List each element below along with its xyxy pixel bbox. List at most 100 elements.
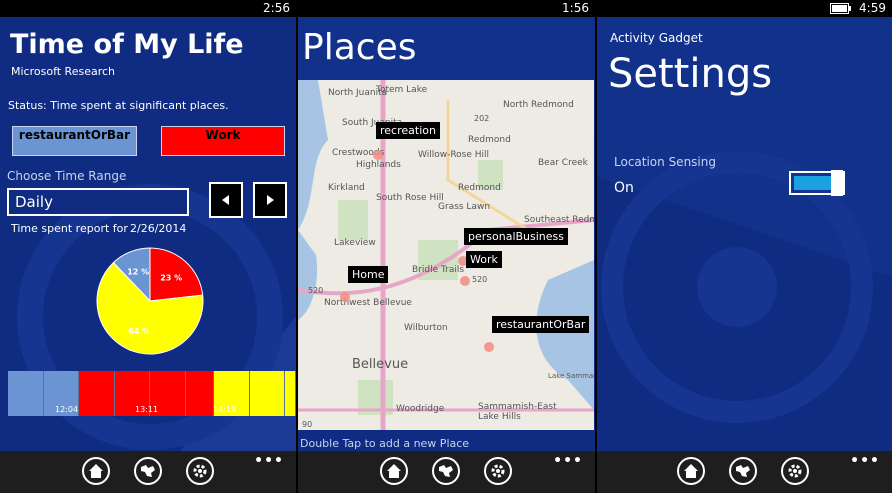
map-label: North Redmond [503,100,574,110]
timeline-segment [249,371,286,416]
place-label-home[interactable]: Home [348,266,389,283]
app-title: Time of My Life [10,29,244,60]
home-icon [89,464,103,478]
time-range-select[interactable]: Daily [7,188,189,216]
map-button[interactable] [729,457,757,485]
home-icon [387,464,401,478]
map-label: Lake Sammamish [548,372,594,380]
legend-label: restaurantOrBar [18,128,131,142]
map-label: Kirkland [328,183,365,193]
screen-content: Time of My Life Microsoft Research Statu… [0,17,296,451]
status-text: Status: Time spent at significant places… [8,99,229,112]
app-bar: ••• [298,451,595,493]
time-of-my-life-screen: 2:56 Time of My Life Microsoft Research … [0,0,296,493]
world-map-icon [736,465,750,477]
screen-content: Activity Gadget Settings Location Sensin… [597,17,892,451]
status-bar: 4:59 [597,0,892,17]
legend-restaurantorbar: restaurantOrBar [12,126,137,156]
pie-slice-label: 23 % [160,273,182,282]
map-label: South Rose Hill [376,193,444,203]
time-range-value: Daily [15,193,53,211]
map-label: Bear Creek [538,158,588,168]
place-label-restaurantorbar[interactable]: restaurantOrBar [492,316,590,333]
place-label-recreation[interactable]: recreation [376,122,440,139]
setting-label: Location Sensing [614,155,716,169]
map-button[interactable] [432,457,460,485]
map-label: Highlands [356,160,401,170]
world-map-icon [439,465,453,477]
settings-button[interactable] [781,457,809,485]
map-label: Totem Lake [376,85,428,95]
legend-work: Work [161,126,285,156]
settings-screen: 4:59 Activity Gadget Settings Location S… [597,0,892,493]
report-label: Time spent report for [11,222,128,235]
pie-slice-label: 12 % [127,267,149,276]
world-map-icon [141,465,155,477]
place-label-work[interactable]: Work [466,251,502,268]
place-pin[interactable] [460,276,470,286]
map-label: 520 [472,275,488,284]
map-view[interactable]: North Juanita Totem Lake North Redmond S… [298,80,594,430]
map-label: Woodridge [396,404,445,414]
map-label: Lakeview [334,238,376,248]
map-button[interactable] [134,457,162,485]
home-button[interactable] [380,457,408,485]
settings-button[interactable] [186,457,214,485]
timeline-segment [79,371,115,416]
home-button[interactable] [677,457,705,485]
gear-icon [193,464,207,478]
gear-icon [491,464,505,478]
more-options[interactable]: ••• [553,453,583,469]
add-place-hint: Double Tap to add a new Place [300,437,470,450]
map-label: Wilburton [404,323,448,333]
map-label: Grass Lawn [438,202,491,212]
legend-label: Work [205,128,241,142]
settings-button[interactable] [484,457,512,485]
timeline-tick: 12:04 [55,405,79,414]
pie-slice-label: 64 % [128,327,150,336]
page-title: Places [302,27,417,68]
next-button[interactable] [253,182,287,218]
timeline-segment [8,371,44,416]
place-label-personalbusiness[interactable]: personalBusiness [464,228,569,245]
more-options[interactable]: ••• [850,453,880,469]
more-options[interactable]: ••• [254,453,284,469]
place-pin[interactable] [484,342,494,352]
gear-icon [788,464,802,478]
location-sensing-toggle[interactable] [789,170,845,196]
app-name: Activity Gadget [610,31,703,45]
map-label: Bridle Trails [412,265,465,275]
page-title: Settings [608,51,773,97]
screen-content: Places North Juanita Totem Lake North Re… [298,17,595,451]
toggle-fill [794,176,832,190]
app-subtitle: Microsoft Research [11,65,116,78]
previous-button[interactable] [209,182,243,218]
map-label: Southeast Redmond [524,215,594,225]
home-button[interactable] [82,457,110,485]
map-label: 520 [308,286,324,295]
app-bar: ••• [0,451,296,493]
map-label: 202 [474,114,490,123]
timeline-segment [285,371,296,416]
range-label: Choose Time Range [7,169,127,183]
map-label: Bellevue [352,357,409,372]
toggle-knob [831,170,843,196]
map-label: Redmond [458,183,501,193]
timeline-tick: 13:11 [135,405,159,414]
timeline-segment [185,371,215,416]
arrow-left-icon [222,195,229,205]
report-date: 2/26/2014 [130,222,187,235]
clock: 1:56 [562,1,589,15]
place-pin[interactable] [373,150,383,160]
places-screen: 1:56 Places North Juanita Totem Lake Nor… [298,0,595,493]
status-bar: 1:56 [298,0,595,17]
arrow-right-icon [267,195,274,205]
map-label: Northwest Bellevue [324,298,412,308]
map-label: Sammamish-East Lake Hills [478,402,557,422]
clock: 2:56 [263,1,290,15]
map-label: Redmond [468,135,511,145]
place-pin[interactable] [340,292,350,302]
map-label: Willow-Rose Hill [418,150,490,160]
app-bar: ••• [597,451,892,493]
timeline-tick: 14:19 [213,405,237,414]
